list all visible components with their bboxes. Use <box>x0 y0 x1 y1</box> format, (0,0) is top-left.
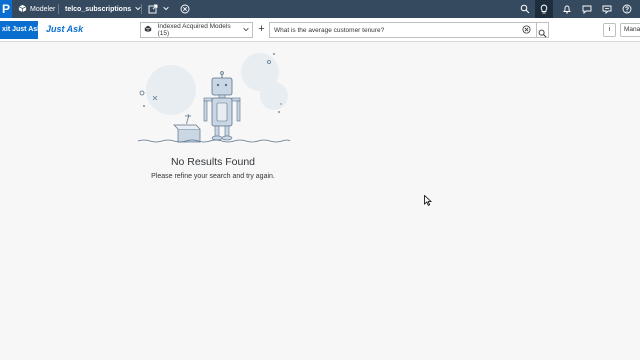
model-select-label: Indexed Acquired Models (15) <box>157 23 231 37</box>
discussions-button[interactable] <box>582 0 592 18</box>
chevron-down-icon <box>242 25 252 35</box>
notifications-button[interactable] <box>562 0 572 18</box>
chevron-down-icon <box>134 4 144 14</box>
share-icon <box>148 4 158 14</box>
search-icon <box>538 25 548 38</box>
model-name-menu[interactable]: telco_subscriptions <box>65 0 144 18</box>
model-select[interactable]: Indexed Acquired Models (15) <box>140 22 253 38</box>
shell-bar: P Modeler telco_subscriptions <box>0 0 640 18</box>
lightbulb-icon <box>539 4 549 14</box>
empty-state-title: No Results Found <box>170 156 256 168</box>
cube-icon <box>18 4 28 14</box>
info-button[interactable]: i <box>603 23 616 37</box>
submit-question-button[interactable] <box>536 22 549 38</box>
just-ask-toolbar: xit Just Ask Just Ask Indexed Acquired M… <box>0 18 640 42</box>
bell-icon <box>562 4 572 14</box>
exit-just-ask-button[interactable]: xit Just Ask <box>0 21 38 39</box>
robot-illustration <box>137 53 291 143</box>
empty-state-subtitle: Please refine your search and try again. <box>151 173 275 180</box>
divider <box>141 4 142 14</box>
close-model-button[interactable] <box>180 0 190 18</box>
question-input-value: What is the average customer tenure? <box>274 26 385 34</box>
mouse-cursor-icon <box>424 195 432 206</box>
help-icon <box>622 4 632 14</box>
question-input[interactable]: What is the average customer tenure? <box>269 22 537 38</box>
divider <box>58 4 59 14</box>
plus-icon: + <box>258 23 265 35</box>
just-ask-button[interactable] <box>535 0 553 18</box>
modeler-menu[interactable]: Modeler <box>18 0 55 18</box>
feedback-button[interactable] <box>602 0 612 18</box>
sap-logo[interactable]: P <box>0 0 12 18</box>
page-title: Just Ask <box>46 24 84 34</box>
close-circle-icon <box>180 4 190 14</box>
share-menu[interactable] <box>148 0 172 18</box>
manage-button[interactable]: Mana <box>620 23 640 37</box>
chevron-down-icon <box>162 4 172 14</box>
clear-icon[interactable] <box>522 25 532 35</box>
chat-icon <box>582 4 592 15</box>
model-name: telco_subscriptions <box>65 5 132 13</box>
add-model-button[interactable]: + <box>255 22 268 38</box>
cube-icon <box>144 25 154 35</box>
feedback-icon <box>602 4 612 15</box>
search-icon <box>520 4 530 14</box>
app-name: Modeler <box>30 5 56 13</box>
search-button[interactable] <box>520 0 530 18</box>
help-button[interactable] <box>622 0 632 18</box>
